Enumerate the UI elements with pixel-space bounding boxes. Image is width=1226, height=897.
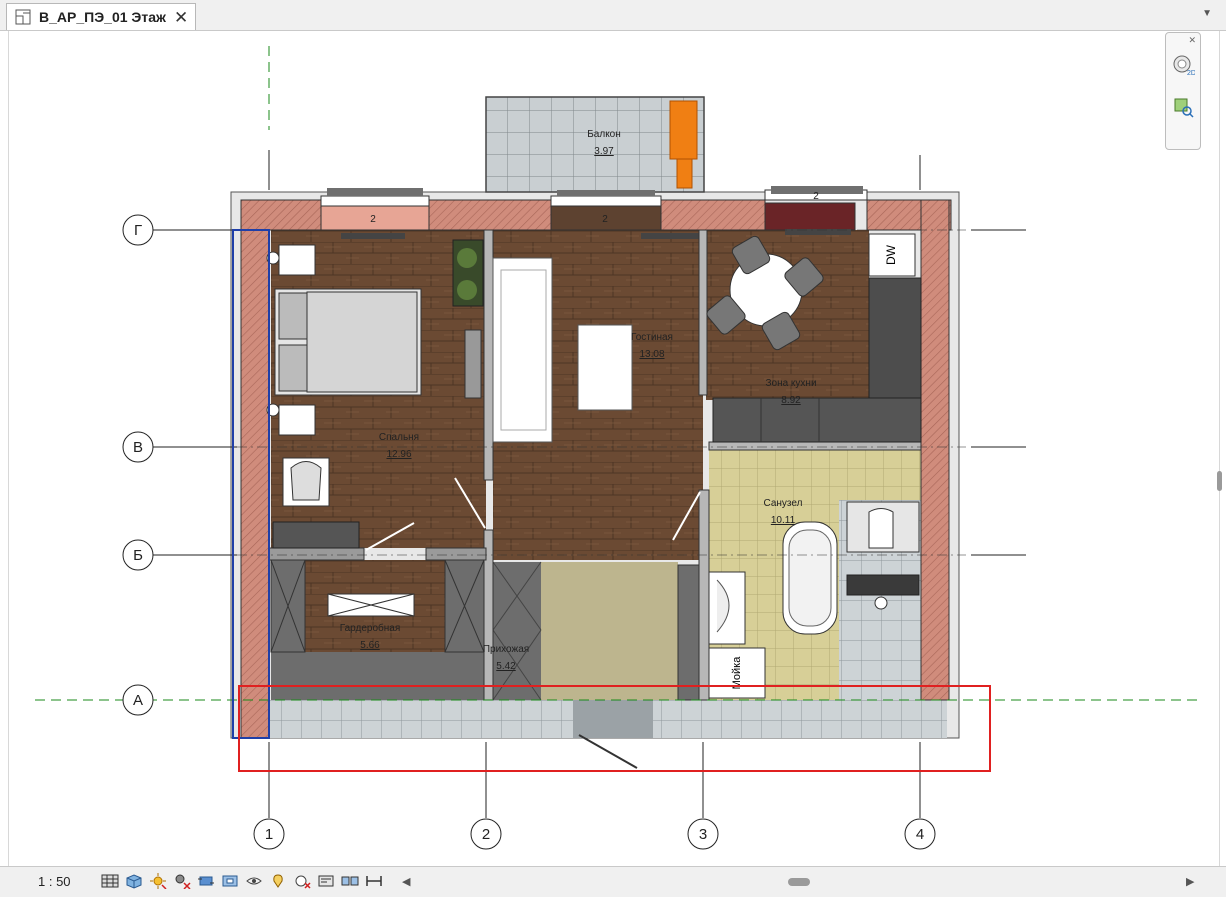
navigation-bar: ✕ 2D [1165,32,1201,150]
room-name-bedroom: Спальня [379,432,419,443]
zoom-region-icon[interactable] [1171,95,1195,119]
room-name-bathroom: Санузел [764,498,803,509]
room-area-hall: 5.42 [496,661,516,672]
floor-plan-icon [15,9,31,25]
worksharing-icon[interactable] [340,871,360,891]
show-crop-icon[interactable] [220,871,240,891]
scroll-left-icon[interactable]: ◀ [402,875,410,888]
window-tag-2: 2 [602,214,608,225]
crop-view-icon[interactable] [196,871,216,891]
window-tag-3: 2 [813,191,819,202]
room-name-balcony: Балкон [587,129,621,140]
room-name-hall: Прихожая [483,644,529,655]
grid-label-row-2: В [133,439,143,456]
nav-bar-close-icon[interactable]: ✕ [1188,35,1196,46]
room-area-kitchen: 8.92 [781,395,801,406]
shadows-icon[interactable] [172,871,192,891]
view-control-bar: 1 : 50 ◀ ▶ [0,866,1226,897]
close-tab-icon[interactable]: ✕ [174,9,188,26]
view-tab-bar: В_АР_ПЭ_01 Этаж ✕ ▼ [0,0,1226,31]
window-tag-1: 2 [370,214,376,225]
svg-text:2D: 2D [1187,70,1195,77]
temporary-properties-icon[interactable] [316,871,336,891]
grid-label-row-3: Б [133,547,143,564]
analytical-model-icon[interactable] [364,871,384,891]
temporary-hide-icon[interactable] [268,871,288,891]
drawing-canvas[interactable]: DW Мойка Г В Б А 1 2 3 4 Балкон 3.97 Гос… [8,31,1222,866]
visual-style-icon[interactable] [124,871,144,891]
vertical-scrollbar-thumb[interactable] [1217,471,1222,491]
grid-label-col-2: 2 [482,826,490,843]
unlock-3d-icon[interactable] [244,871,264,891]
horizontal-scrollbar-thumb[interactable] [788,878,810,886]
tab-dropdown-icon[interactable]: ▼ [1202,8,1212,19]
detail-level-icon[interactable] [100,871,120,891]
room-area-wardrobe: 5.66 [360,640,380,651]
grid-label-col-4: 4 [916,826,924,843]
room-area-bedroom: 12.96 [386,449,411,460]
reveal-hidden-icon[interactable] [292,871,312,891]
dishwasher-label: DW [884,244,898,265]
floor-plan-drawing: DW Мойка Г В Б А 1 2 3 4 Балкон 3.97 Гос… [35,46,1197,850]
grid-label-row-4: А [133,692,143,709]
grid-label-col-3: 3 [699,826,707,843]
room-name-kitchen: Зона кухни [765,378,816,389]
room-name-wardrobe: Гардеробная [340,622,401,634]
sink-label: Мойка [731,656,743,690]
room-area-balcony: 3.97 [594,146,614,157]
viewcube-2d-wheel-icon[interactable]: 2D [1171,53,1195,77]
scroll-right-icon[interactable]: ▶ [1186,875,1194,888]
room-name-living: Гостиная [631,332,673,343]
hall-floor [541,562,678,700]
room-area-living: 13.08 [639,349,664,360]
grid-label-col-1: 1 [265,826,273,843]
view-tab[interactable]: В_АР_ПЭ_01 Этаж ✕ [6,3,196,30]
room-area-bathroom: 10.11 [771,515,796,526]
grid-label-row-1: Г [134,222,142,239]
view-scale[interactable]: 1 : 50 [38,874,71,889]
sun-path-icon[interactable] [148,871,168,891]
view-tab-title: В_АР_ПЭ_01 Этаж [39,9,166,25]
